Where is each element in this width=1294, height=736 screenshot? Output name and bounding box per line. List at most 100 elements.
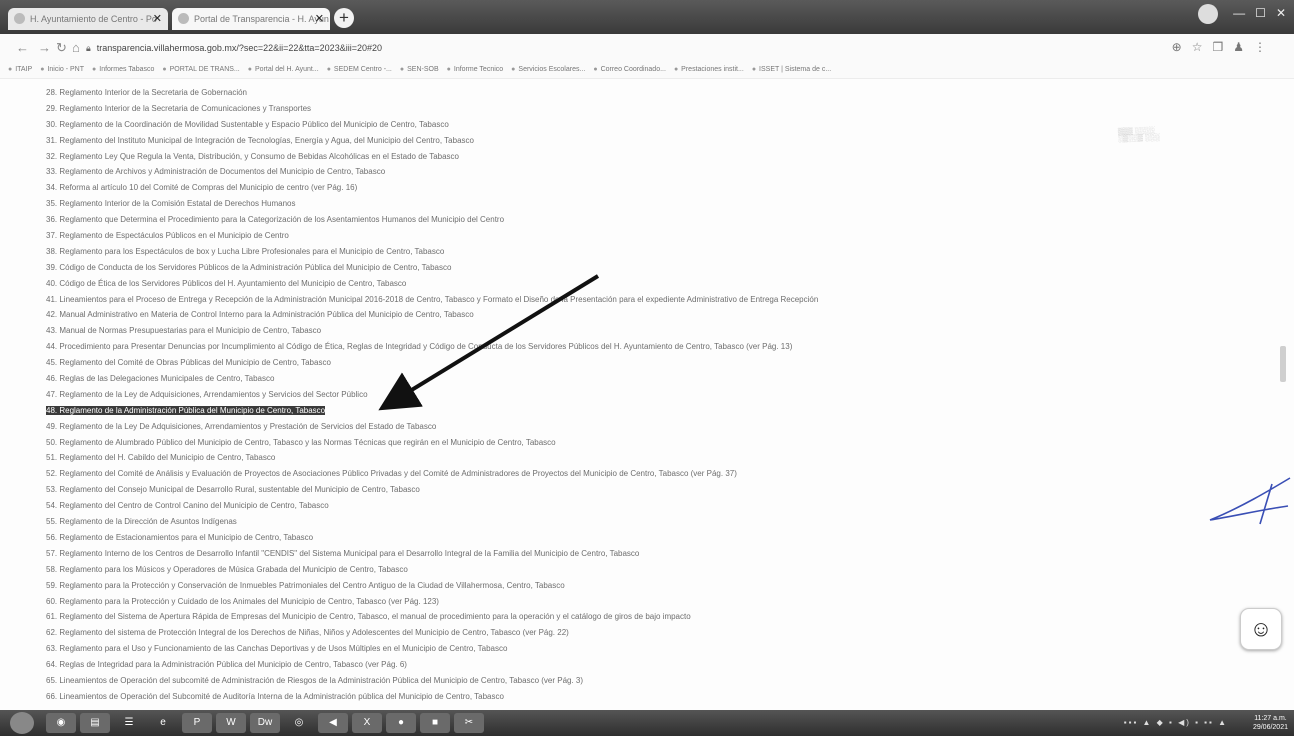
close-tab-icon[interactable]: ✕ (315, 8, 324, 30)
list-item-link[interactable]: 33. Reglamento de Archivos y Administrac… (46, 167, 385, 176)
list-item-link[interactable]: 52. Reglamento del Comité de Análisis y … (46, 469, 737, 478)
powerpoint-icon[interactable]: P (182, 713, 212, 733)
list-item-link[interactable]: 28. Reglamento Interior de la Secretaria… (46, 88, 247, 97)
start-button[interactable] (10, 712, 34, 734)
list-item[interactable]: 58. Reglamento para los Músicos y Operad… (46, 562, 1046, 578)
minimize-icon[interactable]: — (1233, 6, 1245, 20)
edge-icon[interactable]: e (148, 713, 178, 733)
list-item-link[interactable]: 35. Reglamento Interior de la Comisión E… (46, 199, 295, 208)
list-item-link[interactable]: 42. Manual Administrativo en Materia de … (46, 310, 474, 319)
accessibility-button[interactable]: ☺ (1240, 608, 1282, 650)
camera-icon[interactable]: ■ (420, 713, 450, 733)
list-item-link[interactable]: 39. Código de Conducta de los Servidores… (46, 263, 451, 272)
list-item[interactable]: 57. Reglamento Interno de los Centros de… (46, 546, 1046, 562)
list-item[interactable]: 61. Reglamento del Sistema de Apertura R… (46, 609, 1046, 625)
list-item-link[interactable]: 66. Lineamientos de Operación del Subcom… (46, 692, 504, 701)
snipping-icon[interactable]: ✂ (454, 713, 484, 733)
list-item[interactable]: 62. Reglamento del sistema de Protección… (46, 625, 1046, 641)
list-item-link[interactable]: 47. Reglamento de la Ley de Adquisicione… (46, 390, 368, 399)
word-icon[interactable]: W (216, 713, 246, 733)
task-view-icon[interactable]: ☰ (114, 713, 144, 733)
list-item[interactable]: 54. Reglamento del Centro de Control Can… (46, 498, 1046, 514)
list-item-link[interactable]: 65. Lineamientos de Operación del subcom… (46, 676, 583, 685)
list-item[interactable]: 30. Reglamento de la Coordinación de Mov… (46, 117, 1046, 133)
list-item[interactable]: 52. Reglamento del Comité de Análisis y … (46, 466, 1046, 482)
bookmark-item[interactable]: Informes Tabasco (92, 62, 154, 78)
list-item-link[interactable]: 50. Reglamento de Alumbrado Público del … (46, 438, 556, 447)
bookmark-item[interactable]: Portal del H. Ayunt... (248, 62, 319, 78)
bookmark-item[interactable]: Informe Tecnico (447, 62, 503, 78)
list-item-link[interactable]: 61. Reglamento del Sistema de Apertura R… (46, 612, 691, 621)
bookmark-item[interactable]: Correo Coordinado... (593, 62, 666, 78)
scrollbar-thumb[interactable] (1280, 346, 1286, 382)
close-tab-icon[interactable]: ✕ (153, 8, 162, 30)
app-icon[interactable]: ● (386, 713, 416, 733)
list-item-link[interactable]: 40. Código de Ética de los Servidores Pú… (46, 279, 406, 288)
dreamweaver-icon[interactable]: Dw (250, 713, 280, 733)
bookmark-item[interactable]: PORTAL DE TRANS... (162, 62, 240, 78)
system-tray[interactable]: ▪▪▪ ▲ ◆ ▪ ◀) ▪ ▪▪ ▲ (1124, 718, 1228, 727)
list-item-link[interactable]: 43. Manual de Normas Presupuestarias par… (46, 326, 321, 335)
list-item[interactable]: 59. Reglamento para la Protección y Cons… (46, 578, 1046, 594)
list-item-link[interactable]: 64. Reglas de Integridad para la Adminis… (46, 660, 407, 669)
clock[interactable]: 11:27 a.m. 29/06/2021 (1253, 714, 1288, 732)
list-item-link[interactable]: 63. Reglamento para el Uso y Funcionamie… (46, 644, 507, 653)
list-item-link[interactable]: 41. Lineamientos para el Proceso de Entr… (46, 295, 818, 304)
profile-avatar-icon[interactable] (1197, 4, 1218, 24)
list-item-link[interactable]: 30. Reglamento de la Coordinación de Mov… (46, 120, 449, 129)
bookmark-item[interactable]: ITAIP (8, 62, 32, 78)
list-item[interactable]: 65. Lineamientos de Operación del subcom… (46, 673, 1046, 689)
list-item[interactable]: 53. Reglamento del Consejo Municipal de … (46, 482, 1046, 498)
list-item-link[interactable]: 44. Procedimiento para Presentar Denunci… (46, 342, 792, 351)
list-item-link[interactable]: 48. Reglamento de la Administración Públ… (46, 405, 326, 415)
list-item-link[interactable]: 56. Reglamento de Estacionamientos para … (46, 533, 313, 542)
list-item-link[interactable]: 53. Reglamento del Consejo Municipal de … (46, 485, 420, 494)
list-item-link[interactable]: 34. Reforma al artículo 10 del Comité de… (46, 183, 357, 192)
excel-icon[interactable]: X (352, 713, 382, 733)
list-item[interactable]: 64. Reglas de Integridad para la Adminis… (46, 657, 1046, 673)
file-explorer-icon[interactable]: ▤ (80, 713, 110, 733)
list-item[interactable]: 55. Reglamento de la Dirección de Asunto… (46, 514, 1046, 530)
menu-icon[interactable]: ⋮ (1254, 40, 1276, 54)
list-item-link[interactable]: 62. Reglamento del sistema de Protección… (46, 628, 569, 637)
list-item[interactable]: 45. Reglamento del Comité de Obras Públi… (46, 355, 1046, 371)
reload-icon[interactable]: ↻ (56, 40, 67, 56)
bookmark-item[interactable]: SEN-SOB (400, 62, 439, 78)
list-item-link[interactable]: 38. Reglamento para los Espectáculos de … (46, 247, 444, 256)
list-item[interactable]: 56. Reglamento de Estacionamientos para … (46, 530, 1046, 546)
close-window-icon[interactable]: ✕ (1276, 6, 1286, 20)
list-item-link[interactable]: 49. Reglamento de la Ley De Adquisicione… (46, 422, 436, 431)
url-field[interactable]: 🔒︎ transparencia.villahermosa.gob.mx/?sec… (86, 43, 382, 54)
new-tab-button[interactable]: + (334, 8, 354, 28)
list-item[interactable]: 60. Reglamento para la Protección y Cuid… (46, 594, 1046, 610)
list-item-link[interactable]: 58. Reglamento para los Músicos y Operad… (46, 565, 408, 574)
list-item[interactable]: 41. Lineamientos para el Proceso de Entr… (46, 292, 1046, 308)
media-icon[interactable]: ◀ (318, 713, 348, 733)
bookmark-item[interactable]: Prestaciones instit... (674, 62, 744, 78)
bookmark-item[interactable]: Inicio - PNT (40, 62, 84, 78)
list-item[interactable]: 35. Reglamento Interior de la Comisión E… (46, 196, 1046, 212)
list-item[interactable]: 49. Reglamento de la Ley De Adquisicione… (46, 419, 1046, 435)
list-item[interactable]: 44. Procedimiento para Presentar Denunci… (46, 339, 1046, 355)
list-item-link[interactable]: 51. Reglamento del H. Cabildo del Munici… (46, 453, 275, 462)
profile-icon[interactable]: ♟ (1233, 40, 1254, 54)
home-icon[interactable]: ⌂ (72, 40, 80, 55)
list-item-link[interactable]: 45. Reglamento del Comité de Obras Públi… (46, 358, 331, 367)
list-item[interactable]: 38. Reglamento para los Espectáculos de … (46, 244, 1046, 260)
list-item[interactable]: 28. Reglamento Interior de la Secretaria… (46, 85, 1046, 101)
bookmark-item[interactable]: SEDEM Centro -... (327, 62, 392, 78)
list-item[interactable]: 50. Reglamento de Alumbrado Público del … (46, 435, 1046, 451)
list-item-link[interactable]: 55. Reglamento de la Dirección de Asunto… (46, 517, 237, 526)
list-item[interactable]: 31. Reglamento del Instituto Municipal d… (46, 133, 1046, 149)
tab-ayuntamiento[interactable]: H. Ayuntamiento de Centro - Po ✕ (8, 8, 168, 30)
bookmark-item[interactable]: ISSET | Sistema de c... (752, 62, 831, 78)
list-item[interactable]: 42. Manual Administrativo en Materia de … (46, 307, 1046, 323)
maximize-icon[interactable]: ☐ (1255, 6, 1266, 20)
list-item-link[interactable]: 57. Reglamento Interno de los Centros de… (46, 549, 639, 558)
extensions-icon[interactable]: ❒ (1212, 40, 1233, 54)
list-item[interactable]: 33. Reglamento de Archivos y Administrac… (46, 164, 1046, 180)
list-item-link[interactable]: 46. Reglas de las Delegaciones Municipal… (46, 374, 274, 383)
list-item[interactable]: 37. Reglamento de Espectáculos Públicos … (46, 228, 1046, 244)
star-icon[interactable]: ☆ (1192, 40, 1213, 54)
forward-arrow-icon[interactable]: → (38, 40, 51, 55)
